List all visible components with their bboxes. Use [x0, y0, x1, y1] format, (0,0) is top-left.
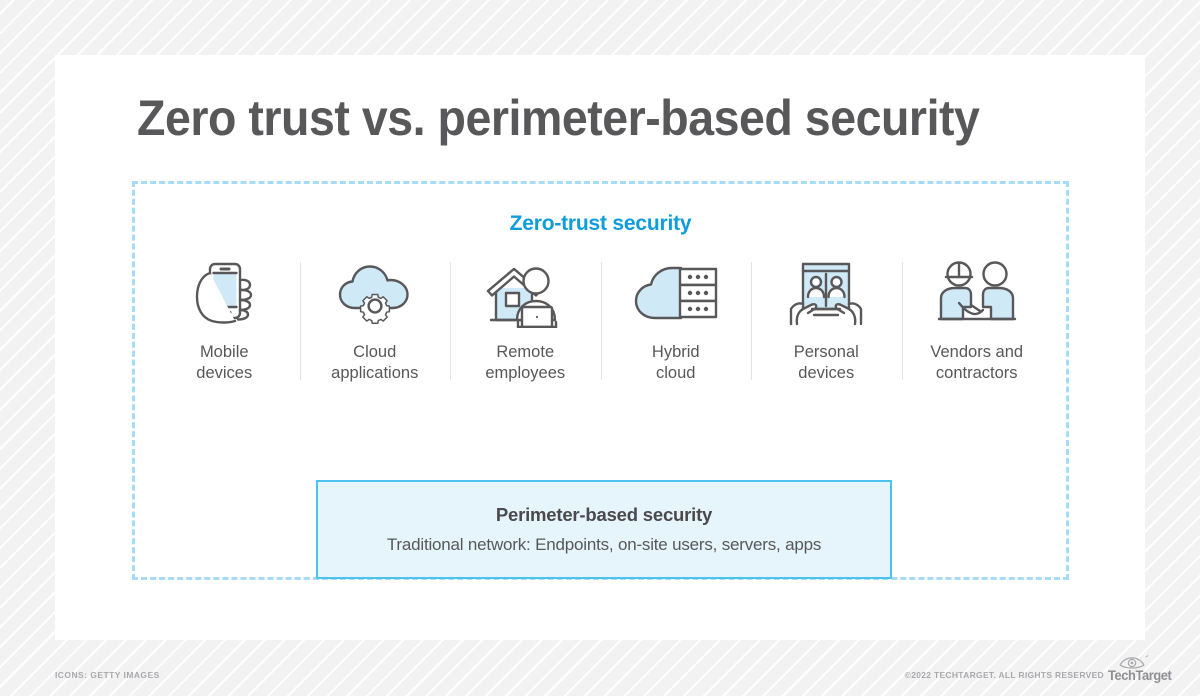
perimeter-title: Perimeter-based security — [495, 504, 713, 525]
zero-trust-item-label: Vendors and contractors — [930, 343, 1024, 383]
zero-trust-item-mobile-devices: Mobile devices — [149, 260, 300, 384]
perimeter-based-security-box: Perimeter-based security Traditional net… — [316, 480, 892, 579]
zero-trust-region: Zero-trust security Mobile devices Cloud… — [132, 181, 1069, 580]
cloud-with-gear-icon — [335, 260, 415, 328]
zero-trust-item-label: Personal devices — [793, 343, 859, 383]
icon-credit: ICONS: GETTY IMAGES — [55, 670, 160, 680]
house-with-remote-worker-icon — [484, 260, 566, 328]
zero-trust-item-label: Cloud applications — [331, 343, 419, 383]
zero-trust-item-label: Hybrid cloud — [651, 343, 700, 383]
mobile-phone-in-hand-icon — [188, 260, 260, 328]
zero-trust-item-label: Remote employees — [485, 343, 566, 383]
page-title: Zero trust vs. perimeter-based security — [137, 90, 980, 146]
copyright-notice: ©2022 TECHTARGET. ALL RIGHTS RESERVED — [904, 670, 1104, 680]
zero-trust-icon-row: Mobile devices Cloud applications Remote… — [135, 260, 1066, 384]
techtarget-eye-logo — [1119, 655, 1149, 669]
zero-trust-item-label: Mobile devices — [196, 343, 253, 383]
techtarget-wordmark: TechTarget — [1108, 668, 1172, 683]
zero-trust-item-personal-devices: Personal devices — [751, 260, 902, 384]
techtarget-logo: TechTarget — [1108, 652, 1172, 686]
content-card: Zero trust vs. perimeter-based security … — [55, 55, 1145, 640]
zero-trust-item-vendors-contractors: Vendors and contractors — [901, 260, 1053, 384]
cloud-with-servers-icon — [633, 260, 719, 328]
perimeter-subtitle: Traditional network: Endpoints, on-site … — [386, 535, 822, 554]
zero-trust-item-hybrid-cloud: Hybrid cloud — [600, 260, 752, 384]
tablet-in-hands-icon — [786, 260, 866, 328]
zero-trust-item-remote-employees: Remote employees — [450, 260, 601, 384]
zero-trust-item-cloud-applications: Cloud applications — [299, 260, 451, 384]
handshake-people-icon — [933, 260, 1021, 328]
zero-trust-heading: Zero-trust security — [509, 212, 692, 235]
